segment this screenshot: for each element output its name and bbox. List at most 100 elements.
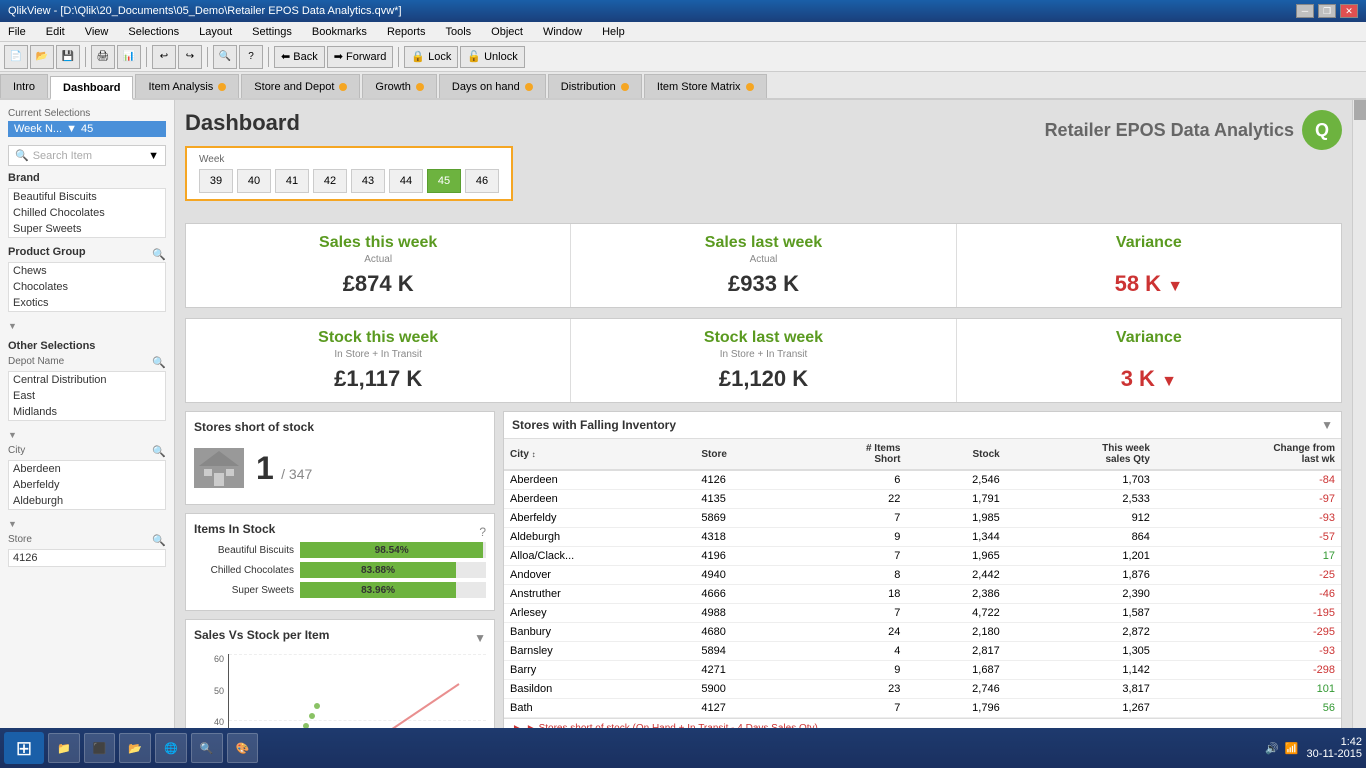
week-44[interactable]: 44 bbox=[389, 169, 423, 193]
col-stock[interactable]: Stock bbox=[906, 439, 1005, 470]
search-button[interactable]: 🔍 bbox=[213, 45, 237, 69]
menu-bookmarks[interactable]: Bookmarks bbox=[308, 24, 371, 40]
col-city[interactable]: City ↕ bbox=[504, 439, 695, 470]
week-46[interactable]: 46 bbox=[465, 169, 499, 193]
unlock-btn[interactable]: 🔓 Unlock bbox=[460, 46, 524, 68]
depot-east[interactable]: East bbox=[9, 388, 165, 404]
table-scroll[interactable]: City ↕ Store # ItemsShort Stock This wee… bbox=[504, 439, 1341, 718]
menu-reports[interactable]: Reports bbox=[383, 24, 430, 40]
forward-btn[interactable]: ➡ Forward bbox=[327, 46, 394, 68]
table-row[interactable]: Bath 4127 7 1,796 1,267 56 bbox=[504, 699, 1341, 718]
menu-settings[interactable]: Settings bbox=[248, 24, 296, 40]
store-4126[interactable]: 4126 bbox=[9, 550, 165, 566]
city-aberfeldy[interactable]: Aberfeldy bbox=[9, 477, 165, 493]
product-group-search-icon[interactable]: 🔍 bbox=[152, 248, 166, 261]
depot-central[interactable]: Central Distribution bbox=[9, 372, 165, 388]
table-expand[interactable]: ▼ bbox=[1321, 418, 1333, 432]
table-row[interactable]: Barnsley 5894 4 2,817 1,305 -93 bbox=[504, 642, 1341, 661]
search-item-box[interactable]: 🔍 Search Item ▼ bbox=[8, 145, 166, 166]
table-row[interactable]: Alloa/Clack... 4196 7 1,965 1,201 17 bbox=[504, 547, 1341, 566]
table-row[interactable]: Aberfeldy 5869 7 1,985 912 -93 bbox=[504, 509, 1341, 528]
depot-midlands[interactable]: Midlands bbox=[9, 404, 165, 420]
tab-growth[interactable]: Growth bbox=[362, 74, 436, 98]
table-row[interactable]: Aberdeen 4126 6 2,546 1,703 -84 bbox=[504, 470, 1341, 490]
product-group-chocolates[interactable]: Chocolates bbox=[9, 279, 165, 295]
menu-file[interactable]: File bbox=[4, 24, 30, 40]
menu-selections[interactable]: Selections bbox=[124, 24, 183, 40]
menu-tools[interactable]: Tools bbox=[441, 24, 475, 40]
minimize-button[interactable]: ─ bbox=[1296, 4, 1314, 18]
table-row[interactable]: Aldeburgh 4318 9 1,344 864 -57 bbox=[504, 528, 1341, 547]
week-43[interactable]: 43 bbox=[351, 169, 385, 193]
week-41[interactable]: 41 bbox=[275, 169, 309, 193]
store-search-icon[interactable]: 🔍 bbox=[152, 534, 166, 547]
col-items-short[interactable]: # ItemsShort bbox=[790, 439, 907, 470]
taskbar-folder[interactable]: 📂 bbox=[119, 733, 151, 763]
product-group-expand[interactable]: ▼ bbox=[8, 321, 17, 331]
kpi-stock-variance-arrow: ▼ bbox=[1161, 373, 1177, 390]
city-aberdeen[interactable]: Aberdeen bbox=[9, 461, 165, 477]
menu-object[interactable]: Object bbox=[487, 24, 527, 40]
scatter-expand[interactable]: ▼ bbox=[474, 631, 486, 645]
menu-edit[interactable]: Edit bbox=[42, 24, 69, 40]
scrollbar-thumb[interactable] bbox=[1354, 100, 1366, 120]
brand-item-chilled-chocolates[interactable]: Chilled Chocolates bbox=[9, 205, 165, 221]
table-row[interactable]: Basildon 5900 23 2,746 3,817 101 bbox=[504, 680, 1341, 699]
week-40[interactable]: 40 bbox=[237, 169, 271, 193]
items-in-stock-help[interactable]: ? bbox=[479, 525, 486, 539]
tab-item-analysis[interactable]: Item Analysis bbox=[135, 74, 239, 98]
help-button[interactable]: ? bbox=[239, 45, 263, 69]
restore-button[interactable]: ❐ bbox=[1318, 4, 1336, 18]
taskbar-cmd[interactable]: ⬛ bbox=[84, 733, 116, 763]
brand-item-beautiful-biscuits[interactable]: Beautiful Biscuits bbox=[9, 189, 165, 205]
product-group-exotics[interactable]: Exotics bbox=[9, 295, 165, 311]
depot-search-icon[interactable]: 🔍 bbox=[152, 356, 166, 369]
print-button[interactable]: 🖨 bbox=[91, 45, 115, 69]
table-row[interactable]: Barry 4271 9 1,687 1,142 -298 bbox=[504, 661, 1341, 680]
city-aldeburgh[interactable]: Aldeburgh bbox=[9, 493, 165, 509]
tab-distribution[interactable]: Distribution bbox=[548, 74, 642, 98]
week-39[interactable]: 39 bbox=[199, 169, 233, 193]
table-row[interactable]: Aberdeen 4135 22 1,791 2,533 -97 bbox=[504, 490, 1341, 509]
tab-intro[interactable]: Intro bbox=[0, 74, 48, 98]
table-row[interactable]: Arlesey 4988 7 4,722 1,587 -195 bbox=[504, 604, 1341, 623]
table-row[interactable]: Banbury 4680 24 2,180 2,872 -295 bbox=[504, 623, 1341, 642]
save-button[interactable]: 💾 bbox=[56, 45, 80, 69]
menu-view[interactable]: View bbox=[81, 24, 113, 40]
col-change[interactable]: Change fromlast wk bbox=[1156, 439, 1341, 470]
menu-layout[interactable]: Layout bbox=[195, 24, 236, 40]
taskbar-app1[interactable]: 🔍 bbox=[191, 733, 223, 763]
open-button[interactable]: 📂 bbox=[30, 45, 54, 69]
new-button[interactable]: 📄 bbox=[4, 45, 28, 69]
tab-item-store-matrix[interactable]: Item Store Matrix bbox=[644, 74, 767, 98]
taskbar-browser[interactable]: 🌐 bbox=[155, 733, 187, 763]
menu-help[interactable]: Help bbox=[598, 24, 629, 40]
tab-store-depot[interactable]: Store and Depot bbox=[241, 74, 360, 98]
week-42[interactable]: 42 bbox=[313, 169, 347, 193]
col-store[interactable]: Store bbox=[695, 439, 789, 470]
city-search-icon[interactable]: 🔍 bbox=[152, 445, 166, 458]
export-button[interactable]: 📊 bbox=[117, 45, 141, 69]
product-group-chews[interactable]: Chews bbox=[9, 263, 165, 279]
depot-expand[interactable]: ▼ bbox=[8, 430, 17, 440]
back-btn[interactable]: ⬅ Back bbox=[274, 46, 325, 68]
table-row[interactable]: Andover 4940 8 2,442 1,876 -25 bbox=[504, 566, 1341, 585]
city-expand[interactable]: ▼ bbox=[8, 519, 17, 529]
close-button[interactable]: ✕ bbox=[1340, 4, 1358, 18]
week-selection[interactable]: Week N... ▼ 45 bbox=[8, 121, 166, 137]
lock-btn[interactable]: 🔒 Lock bbox=[404, 46, 458, 68]
menu-window[interactable]: Window bbox=[539, 24, 586, 40]
tab-dashboard[interactable]: Dashboard bbox=[50, 76, 133, 100]
table-row[interactable]: Anstruther 4666 18 2,386 2,390 -46 bbox=[504, 585, 1341, 604]
start-button[interactable]: ⊞ bbox=[4, 732, 44, 764]
redo-button[interactable]: ↪ bbox=[178, 45, 202, 69]
col-sales-qty[interactable]: This weeksales Qty bbox=[1006, 439, 1156, 470]
brand-item-super-sweets[interactable]: Super Sweets bbox=[9, 221, 165, 237]
kpi-stock-variance: Variance 3 K ▼ bbox=[957, 319, 1341, 402]
tab-days-on-hand[interactable]: Days on hand bbox=[439, 74, 546, 98]
undo-button[interactable]: ↩ bbox=[152, 45, 176, 69]
right-scrollbar[interactable] bbox=[1352, 100, 1366, 744]
taskbar-file-explorer[interactable]: 📁 bbox=[48, 733, 80, 763]
taskbar-app2[interactable]: 🎨 bbox=[227, 733, 259, 763]
week-45[interactable]: 45 bbox=[427, 169, 461, 193]
